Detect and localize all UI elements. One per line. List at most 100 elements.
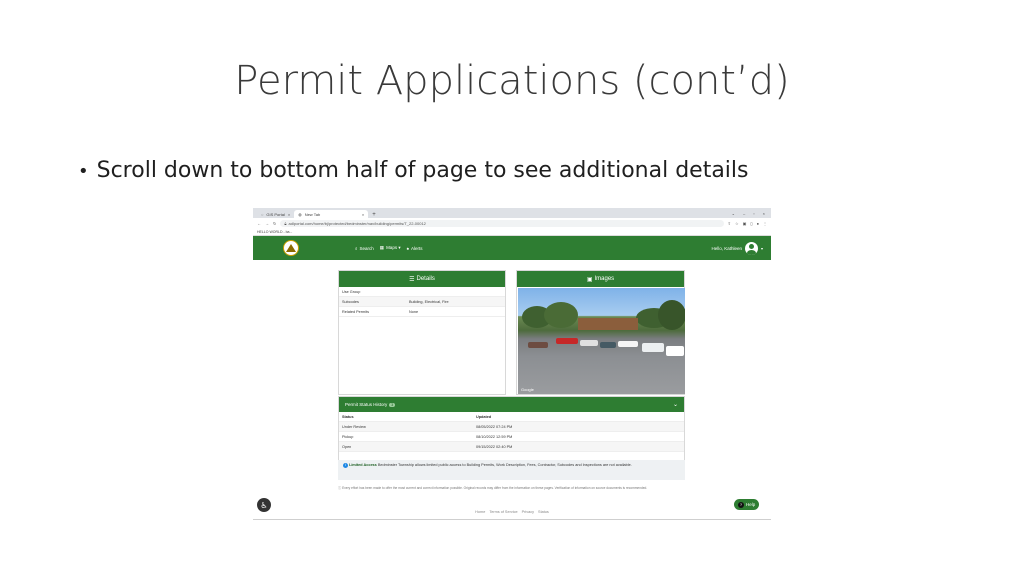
township-logo[interactable] — [283, 240, 299, 256]
notice-text: Bedminster Township allows limited publi… — [377, 463, 632, 467]
bell-icon: ♠ — [406, 245, 409, 251]
user-menu[interactable]: Hello, Kathleen ▾ — [711, 241, 763, 255]
details-row: Related Permits None — [339, 307, 505, 317]
status-table-header: Status Updated — [339, 412, 684, 422]
address-bar[interactable]: 🔒︎ adlportal.com/home/bj/protected/bedmi… — [280, 219, 724, 227]
car-shape — [618, 341, 638, 347]
images-panel: ▣ Images Google — [516, 270, 685, 395]
details-row: Subcodes Building, Electrical, Fire — [339, 297, 505, 307]
bullet-point: • Scroll down to bottom half of page to … — [78, 158, 748, 183]
updated-cell: 09/15/2022 02:40 PM — [476, 444, 513, 449]
question-icon: ? — [738, 501, 744, 508]
browser-tab-new[interactable]: ◍ New Tab × — [294, 210, 369, 218]
nav-label: Search — [359, 245, 374, 251]
bullet-dot-icon: • — [78, 161, 89, 182]
disclaimer-text: ⓘ Every effort has been made to offer th… — [338, 486, 685, 490]
column-header: Updated — [476, 414, 492, 419]
embedded-screenshot: ◌ GIS Portal × ◍ New Tab × + ⌄ – ▫ × ← →… — [253, 208, 771, 520]
car-shape — [666, 346, 684, 356]
extensions-icon[interactable]: ▣ — [743, 221, 747, 226]
browser-toolbar: ← → ↻ 🔒︎ adlportal.com/home/bj/protected… — [253, 218, 771, 228]
updated-cell: 08/10/2022 12:59 PM — [476, 434, 513, 439]
globe-icon: ◌ — [261, 211, 264, 217]
star-icon[interactable]: ☆ — [735, 221, 739, 226]
details-row: Use Group — [339, 287, 505, 297]
car-shape — [642, 343, 664, 352]
nav-label: Alerts — [410, 245, 423, 251]
close-tab-icon[interactable]: × — [362, 212, 364, 217]
search-icon: ⌕ — [355, 245, 358, 251]
status-history-header[interactable]: Permit Status History 3 ⌄ — [339, 397, 684, 412]
footer-link-status[interactable]: Status — [538, 510, 549, 514]
tree-shape — [544, 302, 578, 328]
help-button[interactable]: ? Help — [734, 499, 760, 510]
building-shape — [578, 318, 638, 330]
help-label: Help — [746, 502, 756, 507]
footer-link-home[interactable]: Home — [475, 510, 485, 514]
disclaimer-body: Every effort has been made to offer the … — [342, 486, 648, 490]
newtab-icon: ◍ — [298, 211, 302, 217]
table-row: Under Review 08/05/2022 07:24 PM — [339, 422, 684, 432]
lock-icon: 🔒︎ — [284, 220, 287, 226]
nav-alerts[interactable]: ♠ Alerts — [407, 245, 423, 251]
google-watermark: Google — [521, 387, 534, 392]
status-cell: Open — [342, 444, 352, 449]
details-panel: ☰ Details Use Group Subcodes Building, El… — [338, 270, 506, 395]
street-view-photo[interactable]: Google — [518, 288, 685, 394]
details-key: Subcodes — [342, 299, 359, 304]
nav-label: Maps ▾ — [386, 245, 401, 250]
user-greeting: Hello, Kathleen — [711, 245, 742, 251]
table-row: Open 09/15/2022 02:40 PM — [339, 442, 684, 452]
new-tab-button[interactable]: + — [368, 212, 376, 218]
map-icon: ▦ — [379, 245, 385, 250]
details-key: Related Permits — [342, 309, 370, 314]
updated-cell: 08/05/2022 07:24 PM — [476, 424, 513, 429]
car-shape — [528, 342, 548, 348]
status-cell: Under Review — [342, 424, 366, 429]
browser-tab-label: GIS Portal — [266, 211, 285, 217]
status-count-badge: 3 — [389, 402, 396, 407]
car-shape — [600, 342, 616, 348]
close-tab-icon[interactable]: × — [288, 212, 290, 217]
footer-link-privacy[interactable]: Privacy — [522, 510, 534, 514]
bookmark-item[interactable]: HELLO WORLD - ba... — [257, 230, 292, 234]
chevron-down-icon[interactable]: ⌄ — [673, 401, 678, 408]
details-header: ☰ Details — [339, 271, 505, 287]
details-value: None — [409, 309, 419, 314]
footer-link-terms[interactable]: Terms of Service — [489, 510, 517, 514]
share-icon[interactable]: ⇪ — [728, 221, 731, 226]
browser-tab-strip: ◌ GIS Portal × ◍ New Tab × + ⌄ – ▫ × — [253, 208, 771, 218]
details-key: Use Group — [342, 289, 361, 294]
info-icon: i — [343, 463, 348, 468]
window-controls: ⌄ – ▫ × — [732, 208, 771, 218]
info-icon: ⓘ — [338, 486, 342, 490]
bullet-text: Scroll down to bottom half of page to se… — [96, 158, 749, 183]
nav-search[interactable]: ⌕ Search — [355, 245, 374, 251]
app-nav: ⌕ Search ▦ Maps ▾ ♠ Alerts — [355, 245, 422, 251]
car-shape — [580, 340, 598, 346]
browser-tab-gis[interactable]: ◌ GIS Portal × — [257, 210, 294, 218]
footer-links: Home Terms of Service Privacy Status — [253, 510, 771, 514]
minimize-icon[interactable]: – — [743, 211, 745, 216]
avatar — [744, 241, 758, 255]
reload-icon[interactable]: ↻ — [273, 221, 276, 226]
list-icon: ☰ — [409, 276, 415, 283]
profile-icon[interactable]: ● — [757, 221, 759, 226]
maximize-icon[interactable]: ▫ — [753, 211, 754, 216]
forward-arrow-icon[interactable]: → — [265, 221, 269, 226]
sidepanel-icon[interactable]: ▯ — [750, 221, 752, 226]
nav-maps[interactable]: ▦ Maps ▾ — [380, 245, 401, 251]
images-title: Images — [594, 276, 615, 282]
column-header: Status — [342, 414, 354, 419]
chevron-down-icon[interactable]: ⌄ — [732, 211, 735, 216]
images-header: ▣ Images — [517, 271, 684, 287]
status-history-title: Permit Status History — [345, 402, 388, 407]
image-icon: ▣ — [586, 276, 593, 283]
close-window-icon[interactable]: × — [763, 211, 765, 216]
menu-dots-icon[interactable]: ⋮ — [763, 221, 767, 226]
slide-title: Permit Applications (cont’d) — [234, 58, 790, 104]
app-header: ⌕ Search ▦ Maps ▾ ♠ Alerts Hello, Kathleen … — [253, 236, 771, 260]
back-arrow-icon[interactable]: ← — [257, 221, 261, 226]
browser-tab-label: New Tab — [304, 211, 321, 217]
limited-access-notice: i Limited Access Bedminster Township all… — [338, 460, 685, 480]
